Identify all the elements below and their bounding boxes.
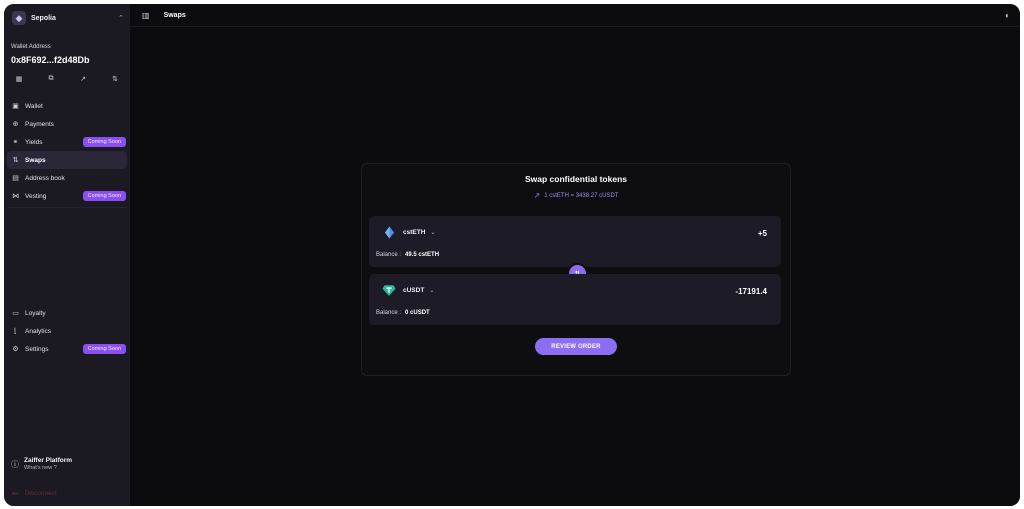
copy-icon[interactable]: ⧉ xyxy=(46,74,56,84)
to-amount[interactable]: -17191.4 xyxy=(735,287,767,296)
sidebar-item-label: Settings xyxy=(25,345,49,353)
qr-code-icon[interactable]: ▦ xyxy=(14,74,24,84)
analytics-icon: ⌊ xyxy=(14,328,17,335)
swap-card: Swap confidential tokens ↗ 1 cstETH = 34… xyxy=(361,163,791,376)
exchange-rate-text: 1 cstETH = 3438.27 cUSDT xyxy=(544,192,619,199)
disconnect-button[interactable]: ⇤ Disconnect xyxy=(12,489,57,498)
chevron-up-down-icon: ⌃ xyxy=(118,15,124,22)
coming-soon-badge: Coming Soon xyxy=(82,137,126,147)
balance-label: Balance : xyxy=(376,252,402,258)
wallet-address: 0x8F692...f2d48Db xyxy=(11,55,90,65)
sidebar-item-label: Wallet xyxy=(25,102,43,110)
yields-icon: ⚭ xyxy=(12,139,19,146)
sidebar-item-label: Analytics xyxy=(25,327,52,335)
primary-nav: ▣ Wallet ⊕ Payments ⚭ Yields Coming Soon… xyxy=(7,97,127,208)
platform-subtitle: What's new ? xyxy=(24,465,57,471)
swap-icon: ⇅ xyxy=(12,157,19,164)
ethereum-icon: ◆ xyxy=(12,11,26,25)
sidebar-item-loyalty[interactable]: ▭ Loyalty xyxy=(7,304,127,322)
network-name: Sepolia xyxy=(31,14,56,22)
sidebar: ◆ Sepolia ⌃ Wallet Address 0x8F692...f2d… xyxy=(4,4,130,506)
sidebar-item-label: Swaps xyxy=(25,156,46,164)
to-balance: Balance :0 cUSDT xyxy=(376,310,430,316)
from-amount[interactable]: +5 xyxy=(758,229,767,238)
logout-icon: ⇤ xyxy=(12,489,19,498)
from-token-selector[interactable]: cstETH ⌄ xyxy=(382,225,435,239)
transfer-icon[interactable]: ⇅ xyxy=(110,74,120,84)
payments-icon: ⊕ xyxy=(12,121,19,128)
from-balance: Balance :49.5 cstETH xyxy=(376,252,439,258)
from-token-panel: cstETH ⌄ +5 Balance :49.5 cstETH xyxy=(369,216,781,267)
disconnect-label: Disconnect xyxy=(24,490,57,497)
sidebar-item-vesting[interactable]: ⋈ Vesting Coming Soon xyxy=(7,187,127,205)
from-token-name: cstETH xyxy=(403,228,426,236)
external-link-icon[interactable]: ↗ xyxy=(78,74,88,84)
chevron-down-icon: ⌄ xyxy=(430,229,436,236)
sidebar-toggle-icon[interactable]: ▥ xyxy=(142,11,150,20)
sidebar-item-address-book[interactable]: ▤ Address book xyxy=(7,169,127,187)
balance-value: 0 cUSDT xyxy=(405,310,430,316)
balance-label: Balance : xyxy=(376,310,402,316)
wallet-address-label: Wallet Address xyxy=(11,44,51,50)
coming-soon-badge: Coming Soon xyxy=(82,191,126,201)
secondary-nav: ▭ Loyalty ⌊ Analytics ⚙ Settings Coming … xyxy=(7,304,127,358)
page-title: Swaps xyxy=(163,11,186,19)
sidebar-item-payments[interactable]: ⊕ Payments xyxy=(7,115,127,133)
trending-up-icon: ↗ xyxy=(533,191,541,200)
swap-title: Swap confidential tokens xyxy=(524,174,628,184)
cstETH-token-icon xyxy=(382,225,396,239)
to-token-panel: cUSDT ⌄ -17191.4 Balance :0 cUSDT xyxy=(369,274,781,325)
app-window: ◆ Sepolia ⌃ Wallet Address 0x8F692...f2d… xyxy=(4,4,1020,506)
chevron-down-icon: ⌄ xyxy=(429,287,435,294)
cUSDT-token-icon xyxy=(382,283,396,297)
sidebar-item-label: Yields xyxy=(25,138,43,146)
to-token-name: cUSDT xyxy=(403,286,425,294)
theme-toggle-icon[interactable]: ◐ xyxy=(1005,11,1010,20)
settings-icon: ⚙ xyxy=(12,346,19,353)
sidebar-item-yields[interactable]: ⚭ Yields Coming Soon xyxy=(7,133,127,151)
sidebar-item-label: Vesting xyxy=(25,192,47,200)
main-content: ▥ Swaps ◐ Swap confidential tokens ↗ 1 c… xyxy=(130,4,1020,506)
sidebar-item-label: Loyalty xyxy=(25,309,46,317)
sidebar-item-analytics[interactable]: ⌊ Analytics xyxy=(7,322,127,340)
exchange-rate: ↗ 1 cstETH = 3438.27 cUSDT xyxy=(362,191,790,200)
sidebar-item-settings[interactable]: ⚙ Settings Coming Soon xyxy=(7,340,127,358)
review-order-button[interactable]: REVIEW ORDER xyxy=(535,338,617,355)
balance-value: 49.5 cstETH xyxy=(405,252,440,258)
wallet-actions: ▦ ⧉ ↗ ⇅ xyxy=(14,74,120,84)
top-bar: ▥ Swaps ◐ xyxy=(130,4,1020,27)
network-selector[interactable]: ◆ Sepolia ⌃ xyxy=(10,10,128,26)
vesting-icon: ⋈ xyxy=(12,193,19,200)
platform-title: Zaiffer Platform xyxy=(24,457,73,464)
nav-divider xyxy=(7,207,127,208)
loyalty-icon: ▭ xyxy=(12,310,19,317)
coming-soon-badge: Coming Soon xyxy=(82,344,126,354)
sidebar-item-swaps[interactable]: ⇅ Swaps xyxy=(7,151,127,169)
sidebar-item-label: Address book xyxy=(25,174,65,182)
to-token-selector[interactable]: cUSDT ⌄ xyxy=(382,283,434,297)
platform-link[interactable]: ⓘ Zaiffer Platform What's new ? xyxy=(11,457,72,471)
sidebar-item-wallet[interactable]: ▣ Wallet xyxy=(7,97,127,115)
address-book-icon: ▤ xyxy=(12,175,19,182)
wallet-icon: ▣ xyxy=(12,103,19,110)
sidebar-item-label: Payments xyxy=(25,120,54,128)
info-icon: ⓘ xyxy=(11,459,19,469)
